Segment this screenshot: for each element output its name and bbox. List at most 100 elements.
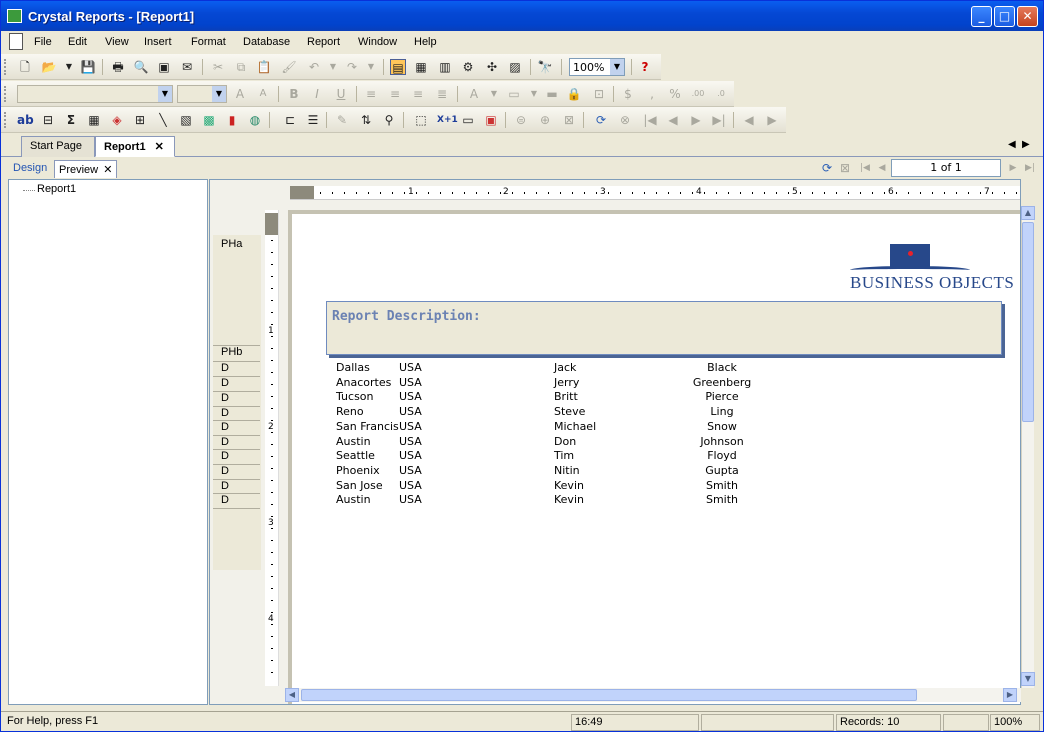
copy-icon[interactable]: ⧉: [233, 59, 249, 75]
last-name-field[interactable]: Snow: [672, 420, 772, 433]
chevron-down-icon[interactable]: ▼: [610, 59, 624, 75]
title-bar[interactable]: Crystal Reports - [Report1] _ □ ✕: [1, 1, 1043, 31]
hyperlink-icon[interactable]: ▭: [460, 112, 476, 128]
city-field[interactable]: Anacortes: [336, 376, 391, 389]
tree-node-report1[interactable]: Report1: [37, 183, 76, 195]
section-label-detail[interactable]: D: [213, 436, 260, 450]
last-name-field[interactable]: Pierce: [672, 390, 772, 403]
scroll-thumb[interactable]: [301, 689, 917, 701]
menu-format[interactable]: Format: [191, 36, 226, 48]
previous-page-icon[interactable]: ◀: [874, 160, 890, 176]
section-label-detail[interactable]: D: [213, 465, 260, 480]
tab-preview[interactable]: Preview ✕: [54, 160, 118, 178]
print-preview-icon[interactable]: 🔍: [133, 59, 149, 75]
open-icon[interactable]: 📂: [41, 59, 57, 75]
summary-icon[interactable]: Σ: [63, 112, 79, 128]
decrease-font-icon[interactable]: A: [255, 86, 271, 102]
section-label-detail[interactable]: D: [213, 480, 260, 494]
stop-preview-icon[interactable]: ⊠: [837, 160, 853, 176]
tab-design[interactable]: Design: [9, 160, 51, 178]
country-field[interactable]: USA: [399, 435, 422, 448]
section-label-detail[interactable]: D: [213, 392, 260, 407]
first-name-field[interactable]: Tim: [554, 449, 574, 462]
undo-dropdown-icon[interactable]: ▼: [325, 59, 341, 75]
group-tree[interactable]: Report1: [8, 179, 208, 705]
font-size-select[interactable]: ▼: [177, 85, 227, 103]
last-name-field[interactable]: Floyd: [672, 449, 772, 462]
forward-icon[interactable]: ▶: [764, 112, 780, 128]
olap-icon[interactable]: ◈: [109, 112, 125, 128]
tab-report1[interactable]: Report1 ✕: [95, 136, 175, 157]
menu-insert[interactable]: Insert: [144, 36, 172, 48]
paste-icon[interactable]: 📋: [256, 59, 272, 75]
select-expert-icon[interactable]: ⚲: [381, 112, 397, 128]
close-tab-icon[interactable]: ✕: [155, 141, 164, 153]
last-page-icon[interactable]: ▶|: [711, 112, 727, 128]
tab-scroll-right-icon[interactable]: ▶: [1022, 139, 1030, 150]
previous-page-icon[interactable]: ◀: [665, 112, 681, 128]
font-color-dropdown-icon[interactable]: ▼: [486, 86, 502, 102]
first-page-icon[interactable]: |◀: [857, 160, 873, 176]
section-expert-icon[interactable]: ⊏: [282, 112, 298, 128]
city-field[interactable]: Dallas: [336, 361, 370, 374]
set-location-icon[interactable]: ⊠: [561, 112, 577, 128]
template-icon[interactable]: ▣: [483, 112, 499, 128]
section-label-detail[interactable]: D: [213, 377, 260, 392]
city-field[interactable]: Austin: [336, 493, 371, 506]
first-name-field[interactable]: Don: [554, 435, 576, 448]
format-painter-icon[interactable]: 🖌: [281, 59, 297, 75]
document-icon[interactable]: [9, 33, 23, 50]
workbench-icon[interactable]: ▨: [507, 59, 523, 75]
toggle-tree-icon[interactable]: ▤: [390, 59, 406, 75]
last-name-field[interactable]: Johnson: [672, 435, 772, 448]
section-label-detail[interactable]: D: [213, 362, 260, 377]
sort-expert-icon[interactable]: ⇅: [358, 112, 374, 128]
last-name-field[interactable]: Smith: [672, 479, 772, 492]
menu-view[interactable]: View: [105, 36, 129, 48]
zoom-select[interactable]: 100% ▼: [569, 58, 625, 76]
report-explorer-icon[interactable]: ▥: [437, 59, 453, 75]
section-label-detail[interactable]: D: [213, 450, 260, 465]
section-label-phb[interactable]: PHb: [213, 346, 260, 362]
group-sort-icon[interactable]: ⬚: [413, 112, 429, 128]
first-name-field[interactable]: Nitin: [554, 464, 580, 477]
section-label-detail[interactable]: D: [213, 494, 260, 509]
print-icon[interactable]: 🖶: [110, 59, 126, 75]
last-name-field[interactable]: Gupta: [672, 464, 772, 477]
save-icon[interactable]: 💾: [80, 59, 96, 75]
find-icon[interactable]: 🔭: [537, 59, 553, 75]
next-page-icon[interactable]: ▶: [1005, 160, 1021, 176]
maximize-button[interactable]: □: [994, 6, 1015, 27]
menu-file[interactable]: File: [34, 36, 52, 48]
last-name-field[interactable]: Smith: [672, 493, 772, 506]
underline-icon[interactable]: U: [333, 86, 349, 102]
menu-window[interactable]: Window: [358, 36, 397, 48]
first-name-field[interactable]: Britt: [554, 390, 578, 403]
page-setup-icon[interactable]: ▣: [156, 59, 172, 75]
menu-database[interactable]: Database: [243, 36, 290, 48]
cut-icon[interactable]: ✂: [210, 59, 226, 75]
chevron-down-icon[interactable]: ▼: [158, 86, 172, 102]
increase-decimal-icon[interactable]: .00: [690, 86, 706, 102]
last-page-icon[interactable]: ▶|: [1022, 160, 1038, 176]
highlight-expert-icon[interactable]: ✎: [334, 112, 350, 128]
close-button[interactable]: ✕: [1017, 6, 1038, 27]
toolbar-grip[interactable]: [4, 59, 7, 75]
subreport-icon[interactable]: ⊞: [132, 112, 148, 128]
last-name-field[interactable]: Black: [672, 361, 772, 374]
box-icon[interactable]: ▧: [178, 112, 194, 128]
database-expert-icon[interactable]: ⊜: [513, 112, 529, 128]
last-name-field[interactable]: Ling: [672, 405, 772, 418]
city-field[interactable]: Tucson: [336, 390, 374, 403]
first-page-icon[interactable]: |◀: [642, 112, 658, 128]
borders-icon[interactable]: ▭: [506, 86, 522, 102]
group-icon[interactable]: ⊟: [40, 112, 56, 128]
toolbar-grip[interactable]: [4, 86, 7, 102]
map-icon[interactable]: ◍: [247, 112, 263, 128]
dependency-checker-icon[interactable]: ✣: [484, 59, 500, 75]
field-explorer-icon[interactable]: ▦: [413, 59, 429, 75]
first-name-field[interactable]: Steve: [554, 405, 585, 418]
borders-dropdown-icon[interactable]: ▼: [526, 86, 542, 102]
picture-icon[interactable]: ▩: [201, 112, 217, 128]
increase-font-icon[interactable]: A: [232, 86, 248, 102]
